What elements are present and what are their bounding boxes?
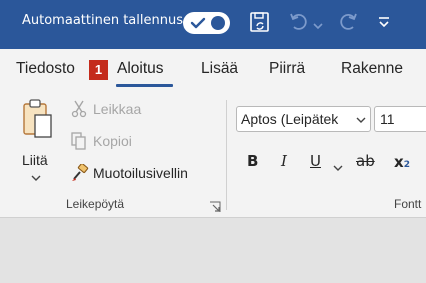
chevron-down-icon bbox=[31, 175, 41, 181]
ribbon: Liitä Leikkaa Kopioi Muotoilusivellin Le… bbox=[0, 92, 426, 218]
copy-icon bbox=[71, 132, 86, 150]
checkmark-icon bbox=[190, 16, 225, 30]
tab-file-badge: 1 bbox=[89, 60, 108, 80]
font-name-value: Aptos (Leipätek bbox=[241, 111, 339, 127]
underline-button[interactable]: U bbox=[310, 152, 321, 170]
clipboard-group-label: Leikepöytä bbox=[66, 197, 125, 211]
cut-label: Leikkaa bbox=[93, 101, 142, 117]
chevron-down-icon bbox=[333, 165, 343, 171]
undo-dropdown[interactable] bbox=[312, 16, 324, 35]
chevron-down-icon bbox=[313, 23, 323, 30]
save-button[interactable] bbox=[249, 10, 271, 38]
bold-button[interactable]: B bbox=[247, 152, 258, 170]
tab-file[interactable]: Tiedosto bbox=[16, 60, 75, 78]
italic-button[interactable]: I bbox=[281, 152, 287, 170]
active-tab-indicator bbox=[116, 84, 173, 87]
scissors-icon bbox=[71, 100, 87, 118]
format-painter-label: Muotoilusivellin bbox=[93, 165, 188, 181]
undo-button[interactable] bbox=[288, 10, 310, 38]
font-group-label: Fontt bbox=[394, 197, 422, 211]
paste-button[interactable]: Liitä bbox=[20, 98, 56, 181]
subscript-mark: 2 bbox=[403, 160, 410, 170]
undo-icon bbox=[290, 13, 307, 30]
paste-label: Liitä bbox=[22, 152, 48, 168]
dialog-launcher-icon bbox=[210, 201, 221, 212]
font-size-combo[interactable]: 11 bbox=[374, 106, 426, 132]
tab-design[interactable]: Rakenne bbox=[341, 60, 403, 78]
cut-button[interactable]: Leikkaa bbox=[71, 100, 151, 120]
copy-button[interactable]: Kopioi bbox=[71, 132, 151, 152]
tab-home[interactable]: Aloitus bbox=[117, 60, 164, 78]
clipboard-dialog-launcher[interactable] bbox=[209, 198, 221, 217]
clipboard-icon bbox=[23, 99, 52, 138]
font-size-value: 11 bbox=[380, 111, 395, 127]
autosave-label: Automaattinen tallennus bbox=[22, 13, 183, 28]
font-name-combo[interactable]: Aptos (Leipätek bbox=[236, 106, 371, 132]
format-painter-button[interactable]: Muotoilusivellin bbox=[71, 164, 211, 184]
title-bar: Automaattinen tallennus bbox=[0, 0, 426, 49]
ribbon-tab-bar: Tiedosto 1 Aloitus Lisää Piirrä Rakenne bbox=[0, 49, 426, 92]
subscript-button[interactable]: x2 bbox=[394, 152, 410, 171]
chevron-down-icon bbox=[356, 117, 366, 123]
autosave-toggle[interactable] bbox=[183, 12, 230, 34]
redo-button[interactable] bbox=[337, 10, 359, 38]
tab-insert[interactable]: Lisää bbox=[201, 60, 238, 78]
subscript-x: x bbox=[394, 153, 404, 171]
redo-icon bbox=[340, 13, 357, 30]
customize-qat-icon bbox=[379, 17, 389, 28]
copy-label: Kopioi bbox=[93, 133, 132, 149]
document-area bbox=[0, 218, 426, 283]
group-separator bbox=[226, 100, 227, 210]
customize-qat-button[interactable] bbox=[377, 14, 391, 33]
paintbrush-icon bbox=[72, 164, 89, 181]
save-sync-icon bbox=[250, 12, 269, 32]
tab-draw[interactable]: Piirrä bbox=[269, 60, 305, 78]
strikethrough-button[interactable]: ab bbox=[356, 152, 375, 170]
underline-dropdown[interactable] bbox=[333, 157, 343, 176]
